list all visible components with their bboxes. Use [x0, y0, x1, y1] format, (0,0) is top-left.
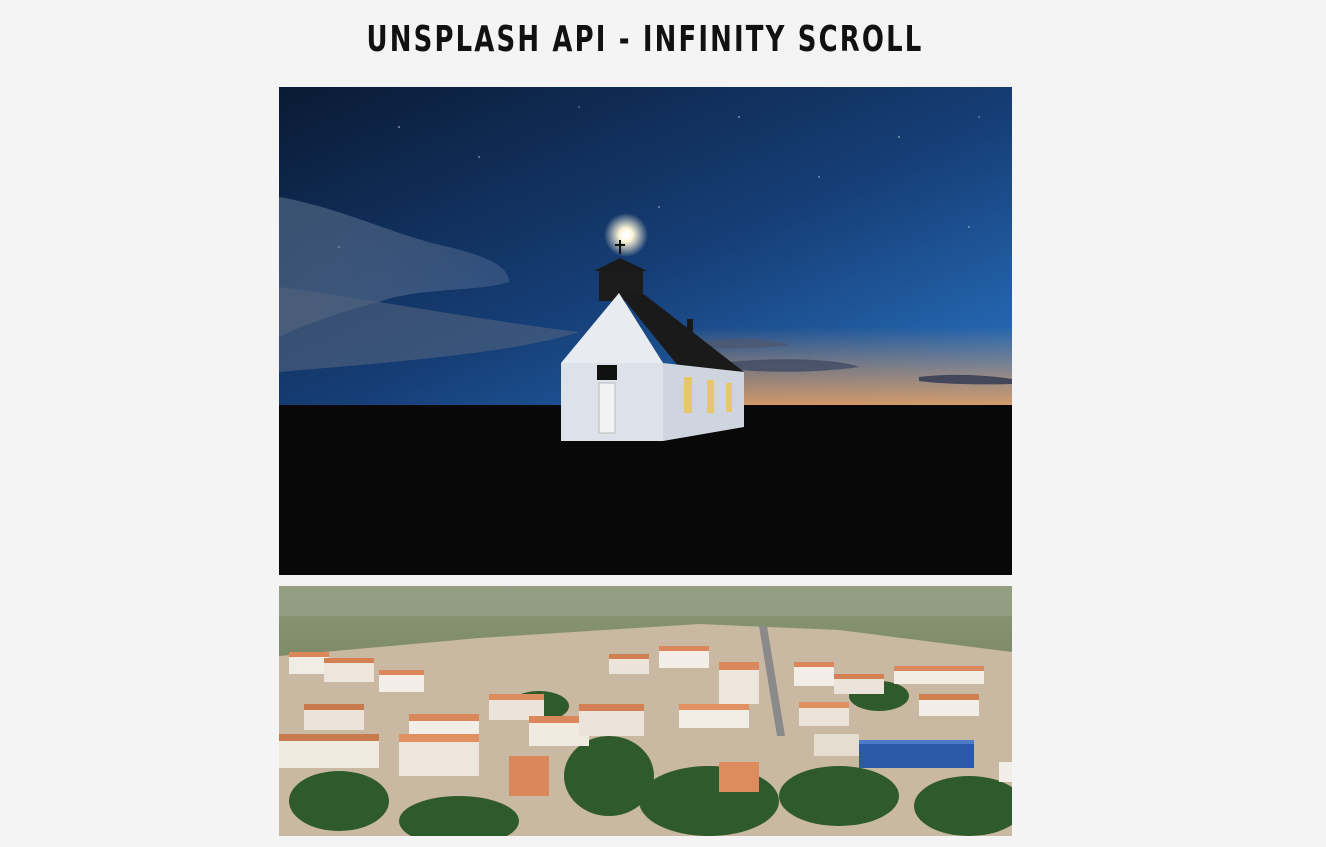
image-container: [279, 87, 1012, 847]
photo-church-night[interactable]: [279, 87, 1012, 575]
page-title: UNSPLASH API - INFINITY SCROLL: [366, 19, 924, 60]
photo-aerial-town[interactable]: [279, 586, 1012, 836]
